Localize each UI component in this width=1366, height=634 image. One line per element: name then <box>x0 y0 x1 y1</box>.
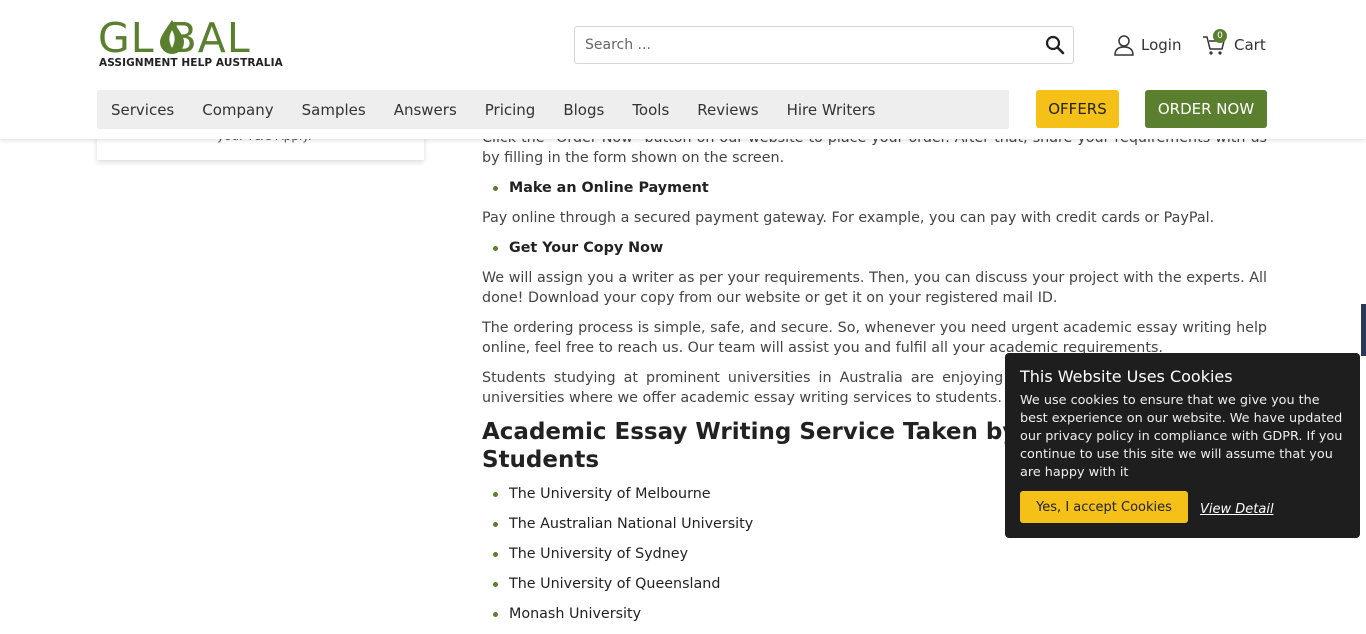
list-item: The University of Sydney <box>482 544 1267 564</box>
logo-drop-icon <box>160 20 184 54</box>
view-detail-link[interactable]: View Detail <box>1200 502 1274 517</box>
step-3-title: Get Your Copy Now <box>482 238 1267 258</box>
cart-link[interactable]: 0 Cart <box>1202 29 1266 57</box>
list-item: Monash University <box>482 604 1267 624</box>
cart-count-badge: 0 <box>1213 29 1227 43</box>
scroll-indicator[interactable] <box>1361 304 1366 356</box>
site-logo[interactable]: GL BAL ASSIGNMENT HELP AUSTRALIA <box>98 16 288 72</box>
main-nav: Services Company Samples Answers Pricing… <box>97 90 1009 129</box>
cart-label: Cart <box>1234 36 1266 54</box>
cart-icon-wrap: 0 <box>1202 29 1227 56</box>
search-input[interactable] <box>585 35 1015 55</box>
login-label: Login <box>1141 36 1182 54</box>
ordering-process-paragraph: The ordering process is simple, safe, an… <box>482 320 1267 356</box>
accept-cookies-button[interactable]: Yes, I accept Cookies <box>1020 491 1188 523</box>
step-2-description: Pay online through a secured payment gat… <box>482 210 1215 226</box>
search-icon[interactable] <box>1045 35 1065 55</box>
list-item: The University of Queensland <box>482 574 1267 594</box>
cookie-message: We use cookies to ensure that we give yo… <box>1020 393 1343 480</box>
nav-item-hire-writers[interactable]: Hire Writers <box>773 101 890 119</box>
step-3-description: We will assign you a writer as per your … <box>482 270 1267 306</box>
offers-button[interactable]: OFFERS <box>1036 90 1119 128</box>
login-link[interactable]: Login <box>1113 33 1181 57</box>
site-header: GL BAL ASSIGNMENT HELP AUSTRALIA Login 0 <box>0 0 1366 139</box>
nav-item-services[interactable]: Services <box>97 101 188 119</box>
user-icon <box>1114 35 1134 56</box>
step-2-title: Make an Online Payment <box>482 178 1267 198</box>
nav-item-reviews[interactable]: Reviews <box>683 101 772 119</box>
logo-tagline: ASSIGNMENT HELP AUSTRALIA <box>99 57 283 69</box>
nav-item-blogs[interactable]: Blogs <box>549 101 618 119</box>
cookie-title: This Website Uses Cookies <box>1020 367 1233 386</box>
nav-item-answers[interactable]: Answers <box>380 101 471 119</box>
order-now-button[interactable]: ORDER NOW <box>1145 90 1267 128</box>
nav-item-pricing[interactable]: Pricing <box>471 101 550 119</box>
nav-item-company[interactable]: Company <box>188 101 287 119</box>
nav-item-tools[interactable]: Tools <box>618 101 683 119</box>
cookie-banner: This Website Uses Cookies We use cookies… <box>1005 353 1360 538</box>
search-box <box>574 26 1074 64</box>
nav-item-samples[interactable]: Samples <box>288 101 380 119</box>
